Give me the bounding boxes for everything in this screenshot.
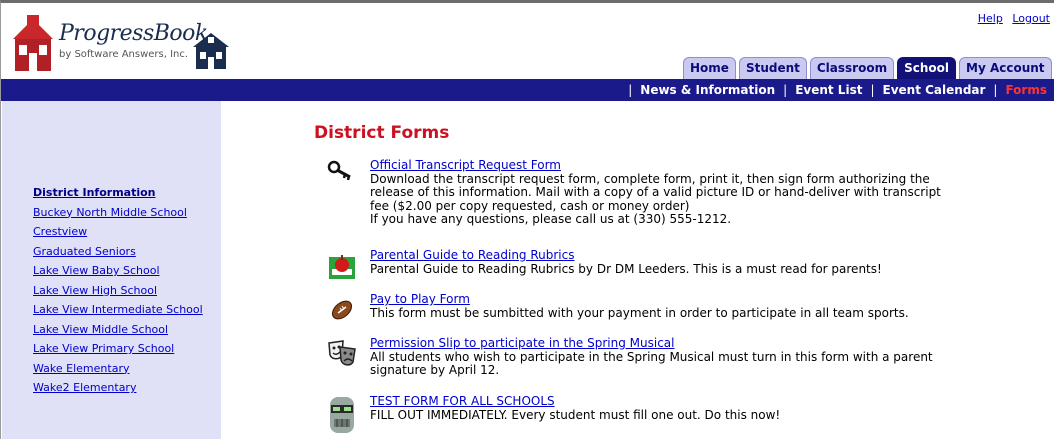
form-description-line: This form must be sumbitted with your pa… [370,305,909,320]
nav-separator: | [993,83,998,97]
schoolhouse-icon [13,15,53,71]
help-link[interactable]: Help [978,12,1003,25]
tab-school[interactable]: School [897,57,956,79]
form-link-permission-slip[interactable]: Permission Slip to participate in the Sp… [370,336,980,351]
page: ProgressBook by Software Answers, Inc. H… [0,0,1054,439]
sidebar-item-lake-view-high[interactable]: Lake View High School [33,281,203,301]
form-link-official-transcript[interactable]: Official Transcript Request Form [370,158,980,173]
sub-navbar: | News & Information | Event List | Even… [1,79,1054,101]
page-title: District Forms [314,123,450,143]
logout-link[interactable]: Logout [1012,12,1050,25]
form-description-line: fee ($2.00 per copy requested, cash or m… [370,198,690,213]
form-link-parental-guide[interactable]: Parental Guide to Reading Rubrics [370,248,980,263]
tab-home[interactable]: Home [683,57,736,79]
schoolhouse-small-icon [193,33,229,69]
tab-my-account[interactable]: My Account [959,57,1052,79]
nav-separator: | [870,83,875,97]
sidebar-item-wake-elementary[interactable]: Wake Elementary [33,359,203,379]
form-description-line: release of this information. Mail with a… [370,185,941,199]
nav-separator: | [628,83,633,97]
sidebar-item-buckey-north[interactable]: Buckey North Middle School [33,203,203,223]
sidebar-item-lake-view-primary[interactable]: Lake View Primary School [33,339,203,359]
logo-title: ProgressBook [59,21,208,46]
sidebar-item-lake-view-baby[interactable]: Lake View Baby School [33,261,203,281]
robot-icon [330,397,354,433]
form-link-pay-to-play[interactable]: Pay to Play Form [370,292,980,307]
sidebar-item-lake-view-intermediate[interactable]: Lake View Intermediate School [33,300,203,320]
form-description-line: FILL OUT IMMEDIATELY. Every student must… [370,407,781,422]
tab-classroom[interactable]: Classroom [809,57,895,79]
sidebar: District Information Buckey North Middle… [2,101,221,439]
tab-student[interactable]: Student [738,57,807,79]
sidebar-item-graduated-seniors[interactable]: Graduated Seniors [33,242,203,262]
form-description-line: Parental Guide to Reading Rubrics by Dr … [370,261,882,276]
sidebar-heading-district-information[interactable]: District Information [33,183,203,203]
football-icon [331,300,353,320]
progressbook-logo[interactable]: ProgressBook by Software Answers, Inc. [9,13,231,75]
nav-event-calendar[interactable]: Event Calendar [883,83,986,97]
main-tabs: Home Student Classroom School My Account [683,57,1052,79]
main-content: District Forms Official Transcript Reque… [314,123,1034,433]
logo-subtitle: by Software Answers, Inc. [59,49,189,60]
nav-separator: | [783,83,788,97]
sidebar-item-wake2-elementary[interactable]: Wake2 Elementary [33,378,203,398]
form-description-line: All students who wish to participate in … [370,349,933,364]
form-link-test-form[interactable]: TEST FORM FOR ALL SCHOOLS [370,394,980,409]
form-description-line: If you have any questions, please call u… [370,212,732,226]
nav-news-information[interactable]: News & Information [640,83,775,97]
theater-masks-icon [328,340,356,366]
sidebar-list: District Information Buckey North Middle… [33,183,203,398]
nav-event-list[interactable]: Event List [795,83,862,97]
form-description-line: Download the transcript request form, co… [370,171,930,186]
key-icon [327,160,351,181]
top-links: Help Logout [972,12,1050,25]
nav-forms[interactable]: Forms [1005,83,1047,97]
apple-book-icon [329,255,355,279]
sidebar-item-lake-view-middle[interactable]: Lake View Middle School [33,320,203,340]
sidebar-item-crestview[interactable]: Crestview [33,222,203,242]
form-description-line: signature by April 12. [370,363,500,377]
